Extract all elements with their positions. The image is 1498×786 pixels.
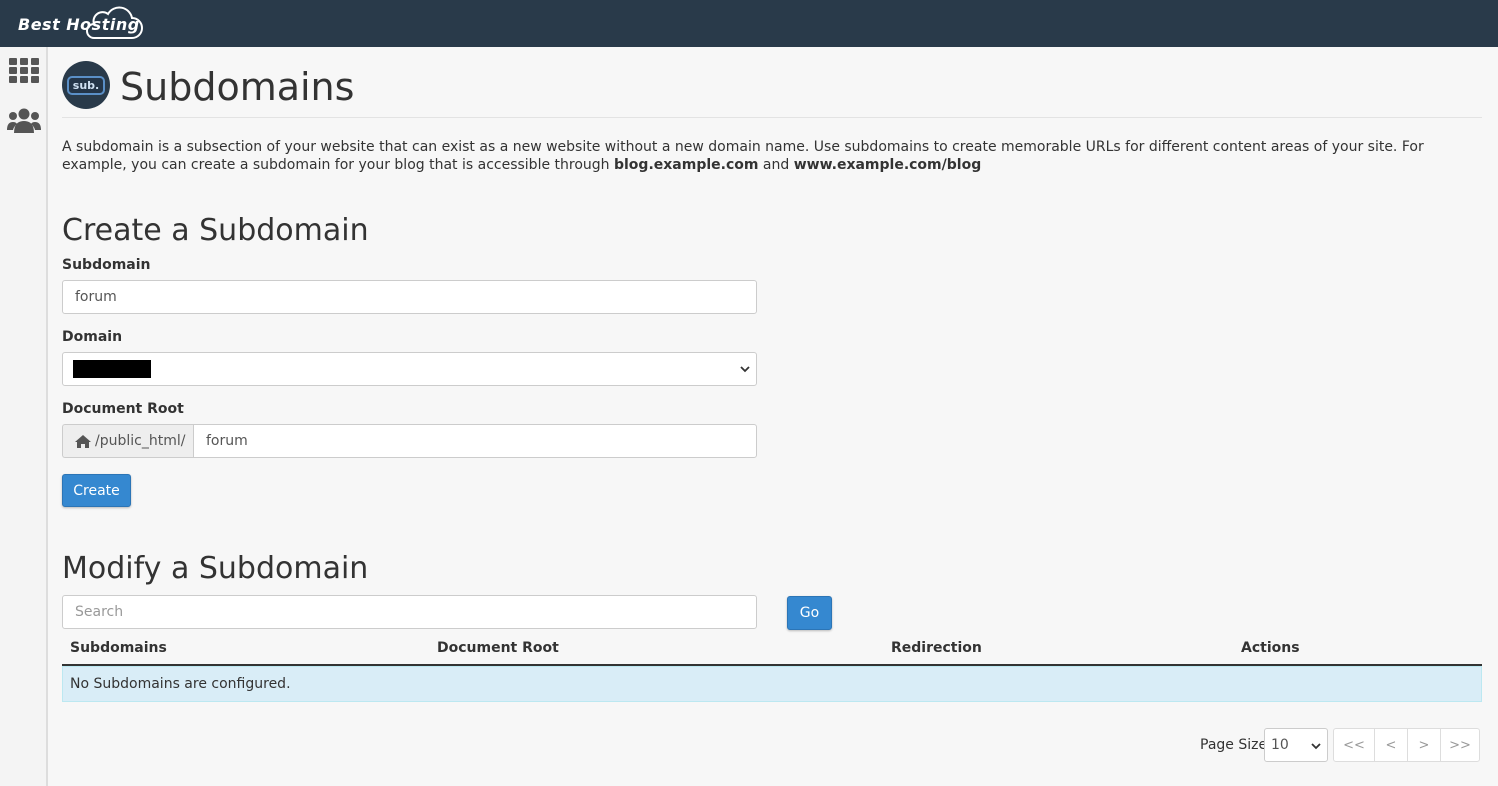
logo[interactable]: Best Hosting	[18, 4, 143, 40]
subdomain-app-icon: sub.	[62, 61, 110, 109]
first-page-button[interactable]: <<	[1333, 728, 1375, 762]
column-header-subdomains[interactable]: Subdomains	[70, 640, 167, 656]
column-header-redirection[interactable]: Redirection	[891, 640, 982, 656]
search-input[interactable]: Search	[62, 595, 757, 629]
column-header-document-root[interactable]: Document Root	[437, 640, 559, 656]
page-title: Subdomains	[120, 65, 355, 109]
create-heading: Create a Subdomain	[62, 213, 369, 248]
sidebar	[0, 47, 48, 786]
logo-text: Best Hosting	[18, 14, 140, 34]
next-page-button[interactable]: >	[1407, 728, 1441, 762]
page-size-value: 10	[1271, 737, 1289, 753]
document-root-prefix-text: /public_html/	[95, 433, 186, 449]
subdomain-input-value: forum	[75, 289, 117, 305]
empty-table-message: No Subdomains are configured.	[62, 666, 1482, 702]
pagination: << < > >>	[1333, 728, 1480, 762]
domain-label: Domain	[62, 329, 123, 345]
go-button[interactable]: Go	[787, 596, 832, 630]
subdomain-label: Subdomain	[62, 257, 151, 273]
subdomain-input[interactable]: forum	[62, 280, 757, 314]
create-button[interactable]: Create	[62, 474, 131, 507]
modify-heading: Modify a Subdomain	[62, 551, 369, 586]
home-icon	[75, 434, 91, 448]
document-root-label: Document Root	[62, 401, 184, 417]
document-root-prefix: /public_html/	[62, 424, 193, 458]
chevron-down-icon	[740, 366, 750, 373]
page-size-select[interactable]: 10	[1264, 728, 1328, 762]
page-size-label: Page Size	[1200, 737, 1268, 753]
intro-example-subdomain: blog.example.com	[613, 157, 759, 173]
redacted-domain-value	[73, 360, 151, 378]
intro-text: A subdomain is a subsection of your webs…	[62, 138, 1472, 174]
page-header: sub. Subdomains	[62, 59, 1482, 118]
document-root-input[interactable]: forum	[193, 424, 757, 458]
intro-example-path: www.example.com/blog	[793, 157, 982, 173]
search-placeholder: Search	[75, 604, 124, 620]
intro-and: and	[758, 157, 794, 173]
last-page-button[interactable]: >>	[1440, 728, 1480, 762]
subdomain-app-icon-label: sub.	[66, 75, 106, 95]
chevron-down-icon	[1311, 743, 1321, 750]
grid-icon[interactable]	[9, 58, 39, 84]
prev-page-button[interactable]: <	[1374, 728, 1408, 762]
domain-select[interactable]	[62, 352, 757, 386]
top-bar: Best Hosting	[0, 0, 1498, 47]
column-header-actions: Actions	[1241, 640, 1300, 656]
users-icon[interactable]	[7, 107, 41, 133]
document-root-input-value: forum	[206, 433, 248, 449]
